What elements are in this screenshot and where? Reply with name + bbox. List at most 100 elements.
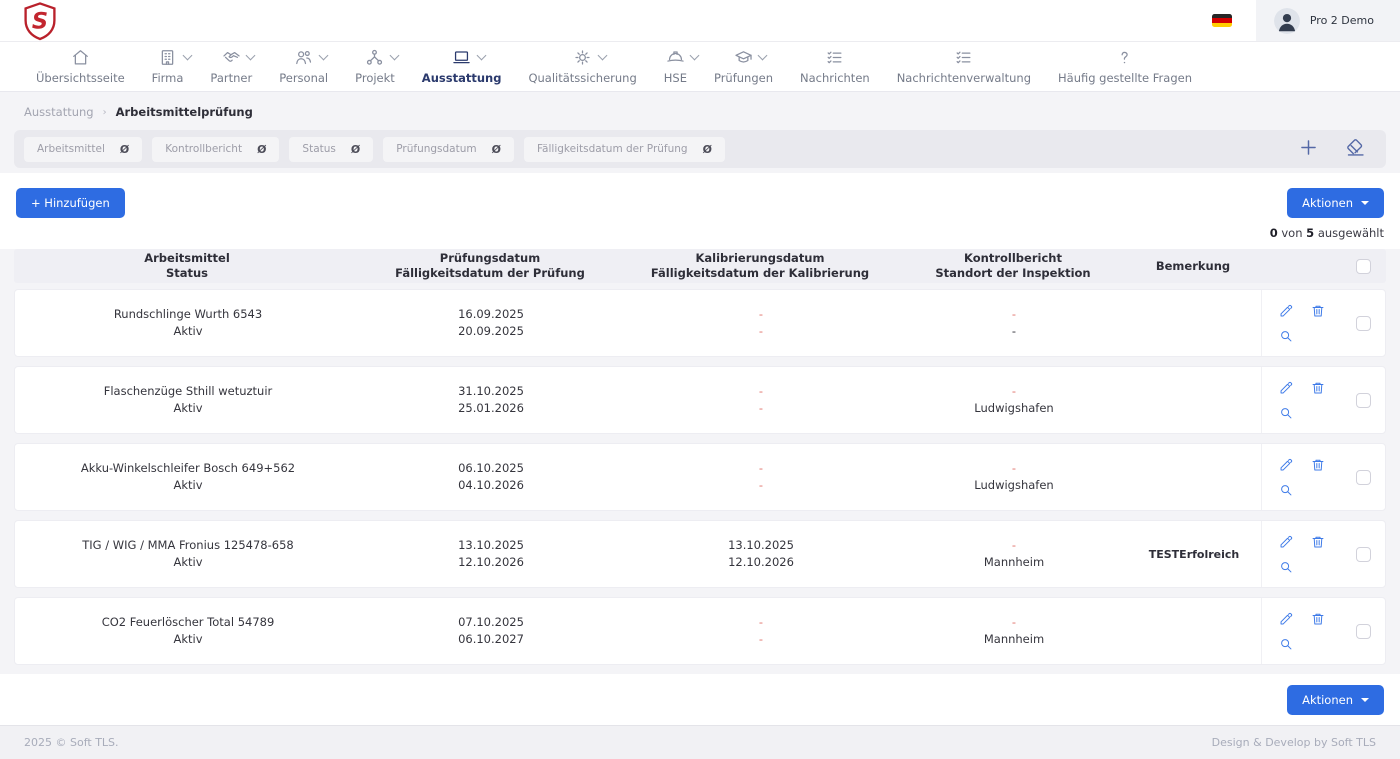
select-all-checkbox[interactable] <box>1356 259 1371 274</box>
table-row: Flaschenzüge Sthill wetuztuir Aktiv 31.1… <box>14 366 1386 434</box>
delete-trash-icon[interactable] <box>1302 535 1334 549</box>
svg-text:S: S <box>32 8 48 34</box>
cell-kontrollbericht: - <box>901 460 1127 477</box>
filter-chip-arbeitsmittel[interactable]: Arbeitsmittel Ø <box>24 137 142 162</box>
cell-arbeitsmittel: Rundschlinge Wurth 6543 <box>15 306 361 323</box>
copyright-text: 2025 © Soft TLS. <box>24 736 119 749</box>
clear-filters-eraser-icon[interactable] <box>1345 137 1366 162</box>
cell-kalibrierungsdatum: - <box>621 383 901 400</box>
page-title: Arbeitsmittelprüfung <box>116 105 253 119</box>
safety-helmet-icon <box>666 48 685 67</box>
edit-pencil-icon[interactable] <box>1270 381 1302 395</box>
cell-pruefungsdatum: 13.10.2025 <box>361 537 621 554</box>
credits-text: Design & Develop by Soft TLS <box>1212 736 1376 749</box>
chevron-down-icon <box>476 51 486 61</box>
user-menu[interactable]: Pro 2 Demo <box>1256 0 1400 41</box>
view-magnifier-icon[interactable] <box>1270 483 1302 497</box>
cell-faelligkeitsdatum-pruefung: 20.09.2025 <box>361 323 621 340</box>
graduation-cap-icon <box>734 48 753 67</box>
filter-operator: Ø <box>492 143 501 156</box>
view-magnifier-icon[interactable] <box>1270 560 1302 574</box>
cell-standort: Ludwigshafen <box>901 400 1127 417</box>
filter-chip-kontrollbericht[interactable]: Kontrollbericht Ø <box>152 137 279 162</box>
cell-arbeitsmittel: Flaschenzüge Sthill wetuztuir <box>15 383 361 400</box>
chevron-down-icon <box>597 51 607 61</box>
avatar <box>1274 8 1300 34</box>
org-nodes-icon <box>365 48 384 67</box>
nav-item-projekt[interactable]: Projekt <box>355 48 395 85</box>
chevron-down-icon <box>246 51 256 61</box>
cell-status: Aktiv <box>15 400 361 417</box>
cell-kalibrierungsdatum: 13.10.2025 <box>621 537 901 554</box>
cell-standort: Mannheim <box>901 631 1127 648</box>
cell-standort: Ludwigshafen <box>901 477 1127 494</box>
add-button[interactable]: + Hinzufügen <box>16 188 125 218</box>
row-checkbox[interactable] <box>1356 316 1371 331</box>
add-filter-plus-icon[interactable] <box>1298 137 1319 162</box>
cell-faelligkeitsdatum-kalibrierung: - <box>621 477 901 494</box>
view-magnifier-icon[interactable] <box>1270 329 1302 343</box>
cell-faelligkeitsdatum-kalibrierung: - <box>621 631 901 648</box>
german-flag-language-icon[interactable] <box>1212 14 1232 27</box>
cell-arbeitsmittel: Akku-Winkelschleifer Bosch 649+562 <box>15 460 361 477</box>
checklist-icon <box>954 48 973 67</box>
nav-item-prüfungen[interactable]: Prüfungen <box>714 48 773 85</box>
nav-item-personal[interactable]: Personal <box>279 48 328 85</box>
breadcrumb-separator: › <box>103 107 107 118</box>
row-actions <box>1261 521 1341 587</box>
cell-pruefungsdatum: 06.10.2025 <box>361 460 621 477</box>
edit-pencil-icon[interactable] <box>1270 535 1302 549</box>
nav-item-übersichtsseite[interactable]: Übersichtsseite <box>36 48 125 85</box>
nav-item-ausstattung[interactable]: Ausstattung <box>422 48 502 85</box>
filter-chip-fälligkeitsdatum-der-prüfung[interactable]: Fälligkeitsdatum der Prüfung Ø <box>524 137 725 162</box>
top-bar: S Pro 2 Demo <box>0 0 1400 42</box>
edit-pencil-icon[interactable] <box>1270 612 1302 626</box>
table-row: CO2 Feuerlöscher Total 54789 Aktiv 07.10… <box>14 597 1386 665</box>
delete-trash-icon[interactable] <box>1302 381 1334 395</box>
filter-chip-status[interactable]: Status Ø <box>289 137 373 162</box>
cell-faelligkeitsdatum-pruefung: 25.01.2026 <box>361 400 621 417</box>
nav-item-partner[interactable]: Partner <box>210 48 252 85</box>
row-checkbox[interactable] <box>1356 547 1371 562</box>
selection-count-top: 0 von 5 ausgewählt <box>1270 226 1384 240</box>
actions-button-top[interactable]: Aktionen <box>1287 188 1384 218</box>
table-row: Rundschlinge Wurth 6543 Aktiv 16.09.2025… <box>14 289 1386 357</box>
cell-kalibrierungsdatum: - <box>621 306 901 323</box>
view-magnifier-icon[interactable] <box>1270 406 1302 420</box>
row-checkbox[interactable] <box>1356 470 1371 485</box>
actions-button-bottom[interactable]: Aktionen <box>1287 685 1384 715</box>
home-icon <box>71 48 90 67</box>
nav-item-firma[interactable]: Firma <box>152 48 184 85</box>
edit-pencil-icon[interactable] <box>1270 304 1302 318</box>
row-checkbox[interactable] <box>1356 393 1371 408</box>
breadcrumb-parent[interactable]: Ausstattung <box>24 105 94 119</box>
page-footer: 2025 © Soft TLS. Design & Develop by Sof… <box>0 725 1400 759</box>
edit-pencil-icon[interactable] <box>1270 458 1302 472</box>
row-checkbox[interactable] <box>1356 624 1371 639</box>
nav-item-nachrichten[interactable]: Nachrichten <box>800 48 870 85</box>
chevron-down-icon <box>758 51 768 61</box>
nav-item-nachrichtenverwaltung[interactable]: Nachrichtenverwaltung <box>897 48 1031 85</box>
delete-trash-icon[interactable] <box>1302 612 1334 626</box>
soft-tls-shield-logo: S <box>22 1 58 41</box>
cell-faelligkeitsdatum-kalibrierung: 12.10.2026 <box>621 554 901 571</box>
cell-kalibrierungsdatum: - <box>621 614 901 631</box>
caret-down-icon <box>1361 201 1369 205</box>
nav-item-häufig-gestellte-fragen[interactable]: Häufig gestellte Fragen <box>1058 48 1192 85</box>
cell-kontrollbericht: - <box>901 383 1127 400</box>
filter-operator: Ø <box>703 143 712 156</box>
checklist-icon <box>825 48 844 67</box>
table-header: ArbeitsmittelStatus PrüfungsdatumFälligk… <box>14 249 1386 283</box>
view-magnifier-icon[interactable] <box>1270 637 1302 651</box>
cell-pruefungsdatum: 31.10.2025 <box>361 383 621 400</box>
filter-chip-prüfungsdatum[interactable]: Prüfungsdatum Ø <box>383 137 514 162</box>
laptop-icon <box>452 48 471 67</box>
delete-trash-icon[interactable] <box>1302 458 1334 472</box>
gear-icon <box>573 48 592 67</box>
nav-item-qualitätssicherung[interactable]: Qualitätssicherung <box>528 48 636 85</box>
nav-item-hse[interactable]: HSE <box>664 48 687 85</box>
cell-kontrollbericht: - <box>901 614 1127 631</box>
cell-pruefungsdatum: 07.10.2025 <box>361 614 621 631</box>
cell-standort: - <box>901 323 1127 340</box>
delete-trash-icon[interactable] <box>1302 304 1334 318</box>
